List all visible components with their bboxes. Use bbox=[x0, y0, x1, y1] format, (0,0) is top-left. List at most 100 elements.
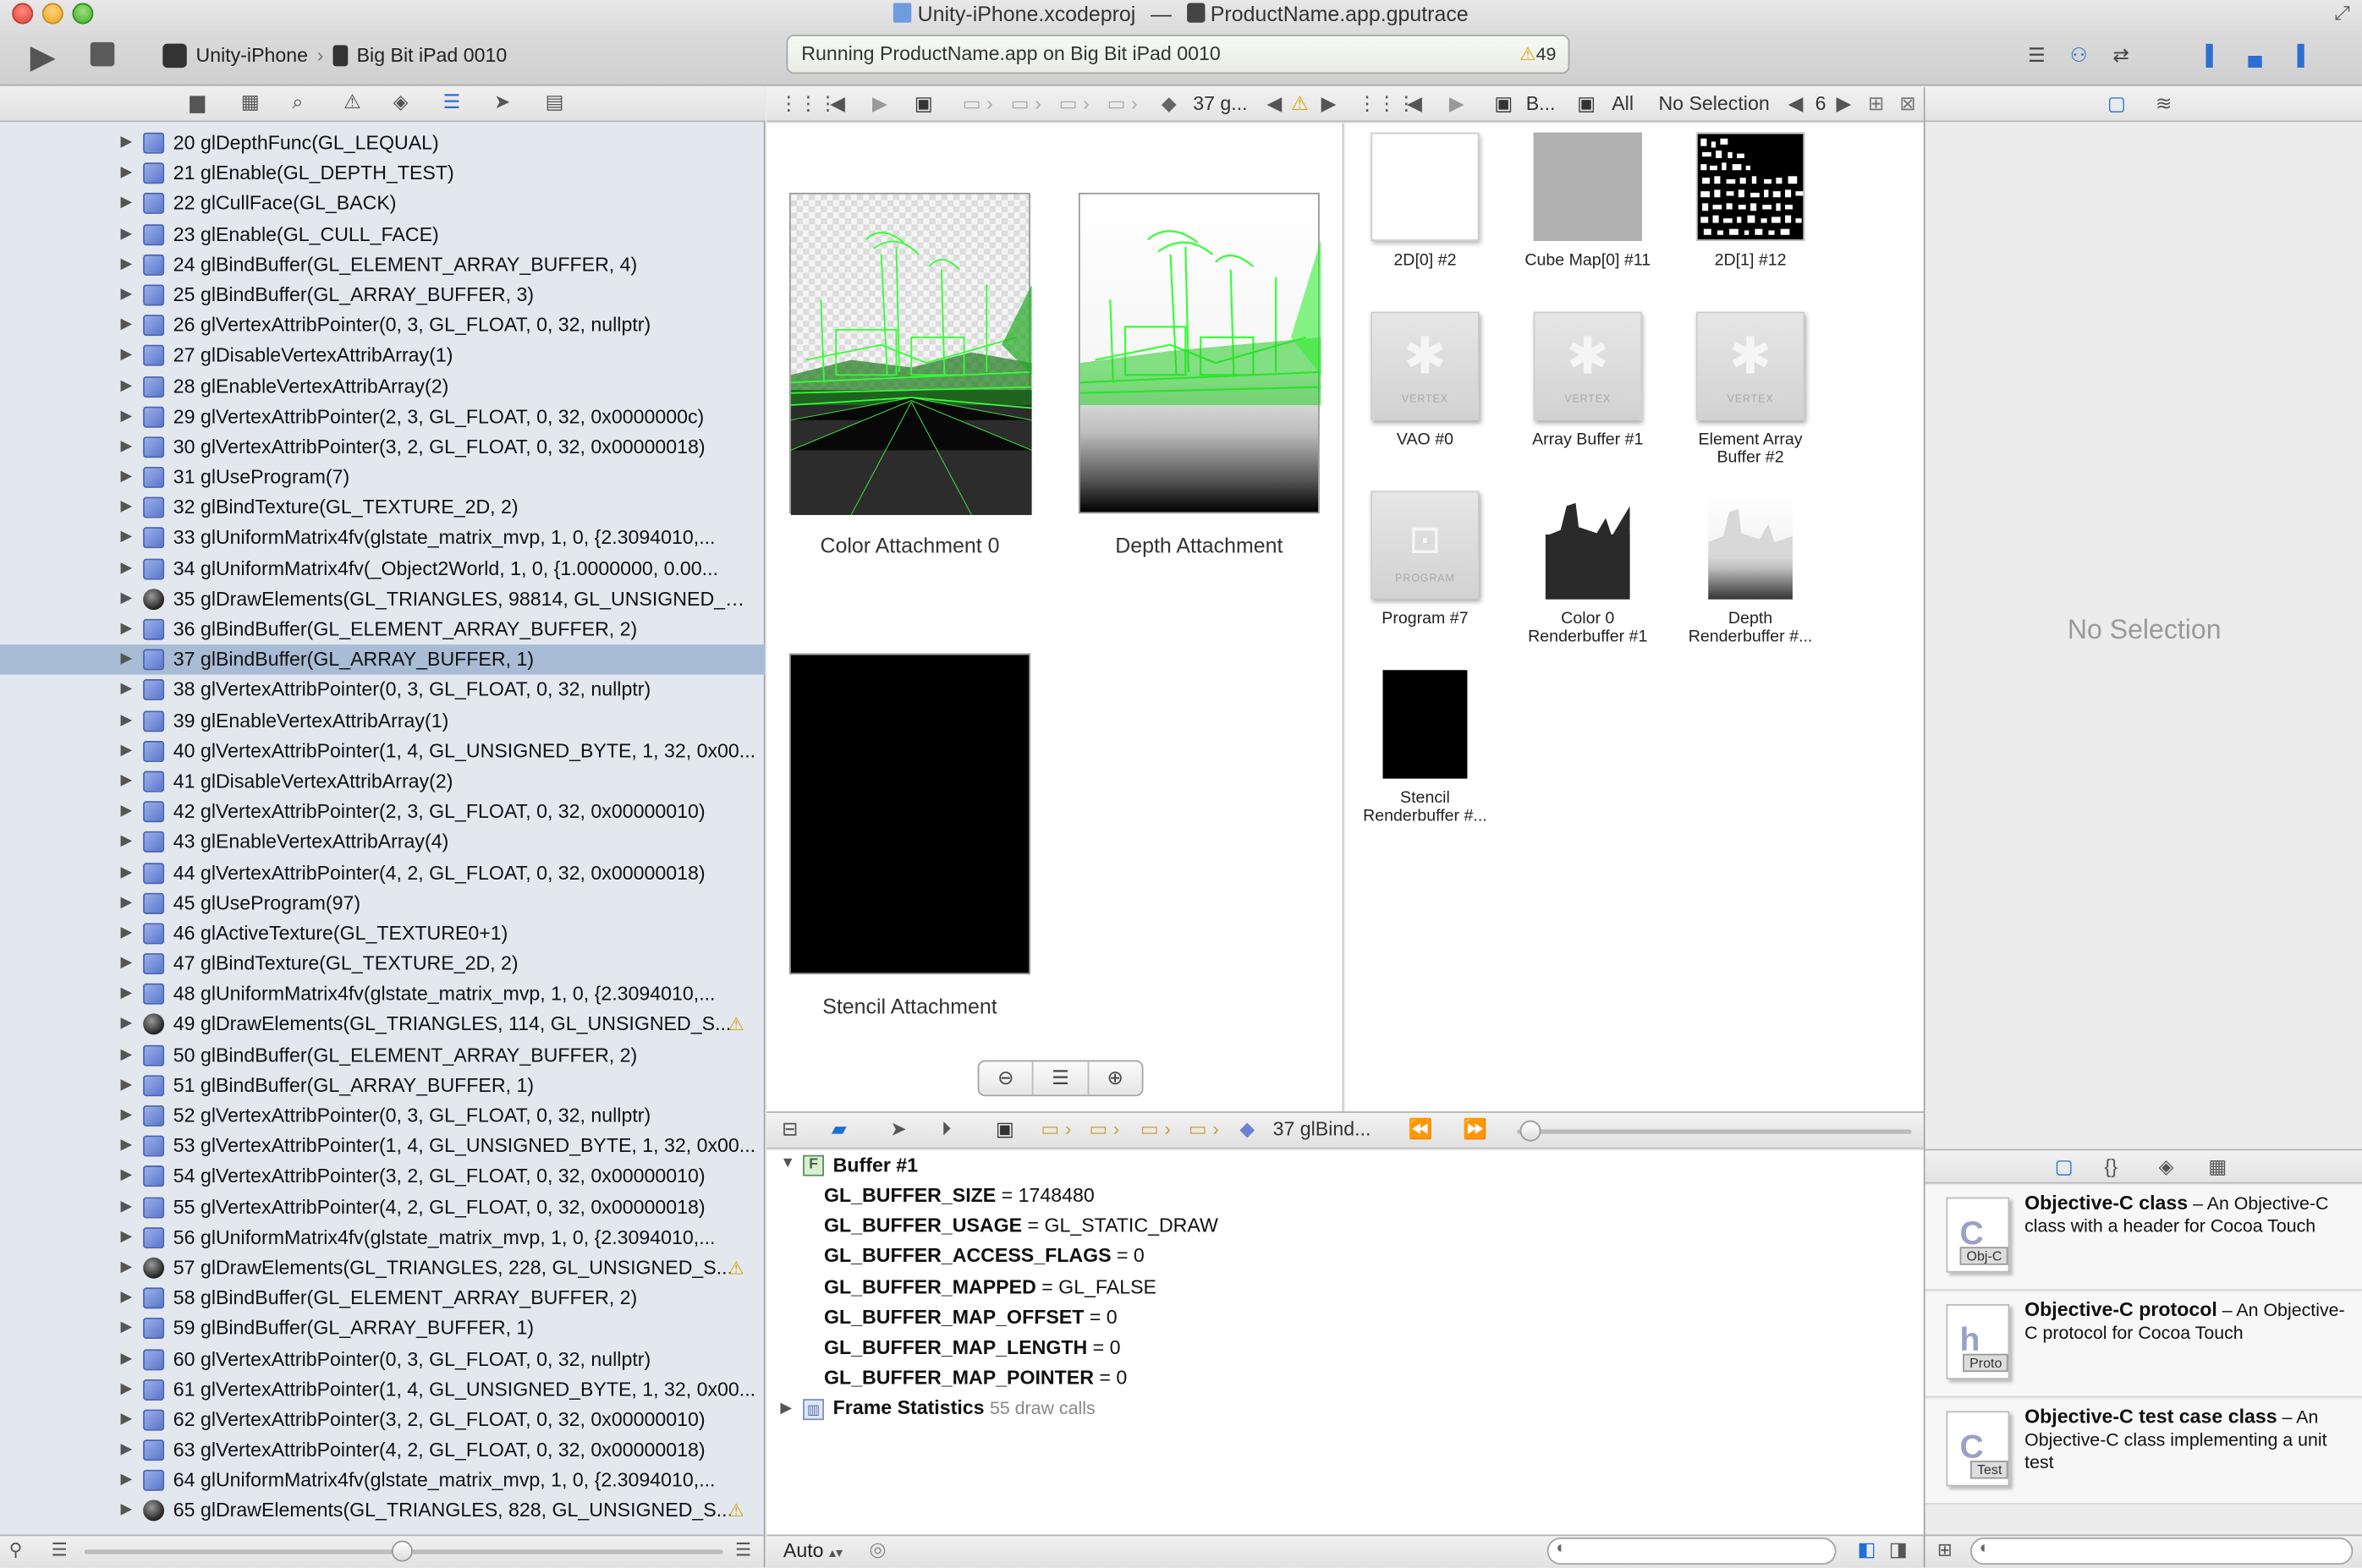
disclosure-triangle-icon[interactable]: ▶ bbox=[120, 1132, 132, 1162]
search-icon[interactable]: ⌕ bbox=[292, 90, 303, 114]
rewind-icon[interactable]: ⏪ bbox=[1409, 1113, 1433, 1146]
call-row[interactable]: ▶ 23 glEnable(GL_CULL_FACE) bbox=[0, 219, 766, 249]
disclosure-triangle-icon[interactable]: ▶ bbox=[120, 493, 132, 524]
split-left-icon[interactable]: ◧ bbox=[1857, 1538, 1876, 1561]
filter-icon[interactable]: ⚲ bbox=[9, 1539, 23, 1560]
eye-icon[interactable]: ◎ bbox=[869, 1538, 886, 1561]
call-row[interactable]: ▶ 61 glVertexAttribPointer(1, 4, GL_UNSIG… bbox=[0, 1374, 766, 1405]
disclosure-triangle-icon[interactable]: ▶ bbox=[120, 736, 132, 766]
call-row[interactable]: ▶ 55 glVertexAttribPointer(4, 2, GL_FLOAT… bbox=[0, 1192, 766, 1222]
fast-forward-icon[interactable]: ⏩ bbox=[1463, 1113, 1487, 1146]
call-row[interactable]: ▶ 40 glVertexAttribPointer(1, 4, GL_UNSIG… bbox=[0, 736, 766, 766]
bound-crumb[interactable]: B... bbox=[1526, 87, 1556, 120]
console-filter-field[interactable]: ◐ bbox=[1546, 1537, 1837, 1565]
grid-view-icon[interactable]: ⊞ bbox=[1937, 1539, 1953, 1560]
code-snippet-library-icon[interactable]: {} bbox=[2104, 1155, 2117, 1178]
issue-icon[interactable]: ⚠ bbox=[343, 90, 361, 114]
disclosure-triangle-icon[interactable]: ▶ bbox=[120, 554, 132, 584]
call-row[interactable]: ▶ 41 glDisableVertexAttribArray(2) bbox=[0, 766, 766, 797]
disclosure-triangle-icon[interactable]: ▶ bbox=[120, 797, 132, 827]
call-row[interactable]: ▶ 51 glBindBuffer(GL_ARRAY_BUFFER, 1) bbox=[0, 1071, 766, 1101]
folder-crumb-icon-3[interactable]: ▭ › bbox=[1059, 87, 1090, 120]
all-crumb[interactable]: All bbox=[1612, 87, 1634, 120]
disclosure-triangle-icon[interactable]: ▶ bbox=[120, 1435, 132, 1466]
forward-icon-2[interactable]: ▶ bbox=[1449, 87, 1464, 120]
test-icon[interactable]: ◈ bbox=[393, 90, 409, 114]
warning-icon[interactable]: ⚠ bbox=[1291, 87, 1309, 120]
version-editor-icon[interactable]: ⇄ bbox=[2100, 41, 2142, 71]
call-row[interactable]: ▶ 57 glDrawElements(GL_TRIANGLES, 228, GL… bbox=[0, 1253, 766, 1283]
call-row[interactable]: ▶ 58 glBindBuffer(GL_ELEMENT_ARRAY_BUFFER… bbox=[0, 1283, 766, 1313]
trace-crumb-icon[interactable]: ▣ bbox=[996, 1113, 1014, 1146]
call-row[interactable]: ▶ 26 glVertexAttribPointer(0, 3, GL_FLOAT… bbox=[0, 310, 766, 341]
next-resource-icon[interactable]: ▶ bbox=[1837, 87, 1852, 120]
disclosure-triangle-icon[interactable]: ▶ bbox=[120, 310, 132, 341]
disclosure-triangle-icon[interactable]: ▶ bbox=[120, 1040, 132, 1071]
call-row[interactable]: ▶ 64 glUniformMatrix4fv(glstate_matrix_mv… bbox=[0, 1466, 766, 1496]
call-row[interactable]: ▶ 28 glEnableVertexAttribArray(2) bbox=[0, 371, 766, 402]
resource-vao-0[interactable]: ✱ VERTEX VAO #0 bbox=[1343, 311, 1508, 449]
slider-knob[interactable] bbox=[391, 1540, 413, 1562]
toggle-utilities-icon[interactable]: ▐ bbox=[2276, 41, 2318, 71]
buffer-property-row[interactable]: GL_BUFFER_MAP_LENGTH = 0 bbox=[824, 1335, 1121, 1362]
call-row[interactable]: ▶ 63 glVertexAttribPointer(4, 2, GL_FLOAT… bbox=[0, 1435, 766, 1466]
disclosure-triangle-icon[interactable]: ▶ bbox=[120, 1496, 132, 1527]
warning-icon[interactable]: ⚠ bbox=[728, 1496, 744, 1527]
call-row[interactable]: ▶ 29 glVertexAttribPointer(2, 3, GL_FLOAT… bbox=[0, 402, 766, 432]
resource-program-7[interactable]: ⊡ PROGRAM Program #7 bbox=[1343, 491, 1508, 628]
disclosure-triangle-icon[interactable]: ▶ bbox=[120, 402, 132, 432]
call-row[interactable]: ▶ 47 glBindTexture(GL_TEXTURE_2D, 2) bbox=[0, 949, 766, 979]
file-template-item[interactable]: C Test Objective-C test case class – An Ob… bbox=[1925, 1399, 2362, 1505]
call-row[interactable]: ▶ 52 glVertexAttribPointer(0, 3, GL_FLOAT… bbox=[0, 1101, 766, 1132]
disclosure-triangle-icon[interactable]: ▶ bbox=[120, 1101, 132, 1132]
disclosure-triangle-icon[interactable]: ▶ bbox=[120, 1222, 132, 1253]
zoom-out-icon[interactable]: ⊖ bbox=[979, 1061, 1035, 1095]
breakpoint-icon[interactable]: ➤ bbox=[494, 90, 510, 114]
call-row[interactable]: ▶ 43 glEnableVertexAttribArray(4) bbox=[0, 827, 766, 858]
disclosure-triangle-icon[interactable]: ▶ bbox=[120, 249, 132, 280]
step-icon[interactable]: ⏵ bbox=[942, 1113, 952, 1146]
call-row[interactable]: ▶ 30 glVertexAttribPointer(3, 2, GL_FLOAT… bbox=[0, 432, 766, 463]
call-row[interactable]: ▶ 36 glBindBuffer(GL_ELEMENT_ARRAY_BUFFER… bbox=[0, 614, 766, 644]
play-icon[interactable]: ▶ bbox=[30, 38, 56, 77]
folder-crumb-icon-2[interactable]: ▭ › bbox=[1089, 1113, 1119, 1146]
add-editor-icon[interactable]: ⊞ bbox=[1868, 87, 1884, 120]
call-crumb[interactable]: 37 glBind... bbox=[1273, 1113, 1371, 1146]
folder-crumb-icon-4[interactable]: ▭ › bbox=[1107, 87, 1138, 120]
call-row[interactable]: ▶ 49 glDrawElements(GL_TRIANGLES, 114, GL… bbox=[0, 1010, 766, 1040]
call-row[interactable]: ▶ 50 glBindBuffer(GL_ELEMENT_ARRAY_BUFFER… bbox=[0, 1040, 766, 1071]
call-row[interactable]: ▶ 20 glDepthFunc(GL_LEQUAL) bbox=[0, 128, 766, 158]
toggle-debug-area-icon[interactable]: ▄ bbox=[2234, 41, 2277, 71]
buffer-property-row[interactable]: GL_BUFFER_MAP_POINTER = 0 bbox=[824, 1365, 1127, 1392]
disclosure-triangle-icon[interactable]: ▶ bbox=[120, 1313, 132, 1344]
folder-crumb-icon-3[interactable]: ▭ › bbox=[1140, 1113, 1171, 1146]
disclosure-triangle-icon[interactable]: ▶ bbox=[120, 1374, 132, 1405]
disclosure-triangle-icon[interactable]: ▶ bbox=[120, 1344, 132, 1374]
call-row[interactable]: ▶ 62 glVertexAttribPointer(3, 2, GL_FLOAT… bbox=[0, 1405, 766, 1435]
disclosure-closed-icon[interactable]: ▶ bbox=[780, 1401, 792, 1417]
scrub-slider[interactable] bbox=[1517, 1120, 1912, 1142]
folder-crumb-icon-2[interactable]: ▭ › bbox=[1011, 87, 1041, 120]
symbol-icon[interactable]: ▦ bbox=[241, 90, 260, 114]
disclosure-triangle-icon[interactable]: ▶ bbox=[120, 1466, 132, 1496]
warning-icon[interactable]: ⚠ bbox=[728, 1253, 744, 1283]
call-row[interactable]: ▶ 24 glBindBuffer(GL_ELEMENT_ARRAY_BUFFER… bbox=[0, 249, 766, 280]
compression-slider[interactable] bbox=[84, 1540, 723, 1562]
disclosure-triangle-icon[interactable]: ▶ bbox=[120, 189, 132, 219]
disclosure-triangle-icon[interactable]: ▶ bbox=[120, 1162, 132, 1192]
trace-crumb-icon[interactable]: ▣ bbox=[915, 87, 933, 120]
close-editor-icon[interactable]: ⊠ bbox=[1899, 87, 1915, 120]
disclosure-triangle-icon[interactable]: ▶ bbox=[120, 888, 132, 918]
call-crumb[interactable]: 37 g... bbox=[1193, 87, 1247, 120]
assistant-editor-icon[interactable]: ⚇ bbox=[2057, 41, 2100, 71]
call-row[interactable]: ▶ 34 glUniformMatrix4fv(_Object2World, 1,… bbox=[0, 554, 766, 584]
call-row[interactable]: ▶ 45 glUseProgram(97) bbox=[0, 888, 766, 918]
frame-statistics-row[interactable]: Frame Statistics 55 draw calls bbox=[833, 1395, 1096, 1422]
warning-icon[interactable]: ⚠ bbox=[728, 1010, 744, 1040]
call-row[interactable]: ▶ 39 glEnableVertexAttribArray(1) bbox=[0, 705, 766, 736]
log-icon[interactable]: ▤ bbox=[546, 90, 564, 114]
disclosure-triangle-icon[interactable]: ▶ bbox=[120, 158, 132, 189]
disclosure-triangle-icon[interactable]: ▶ bbox=[120, 918, 132, 949]
breakpoints-toggle-icon[interactable]: ▰ bbox=[832, 1113, 847, 1146]
hide-debug-area-icon[interactable]: ⊟ bbox=[782, 1113, 798, 1146]
